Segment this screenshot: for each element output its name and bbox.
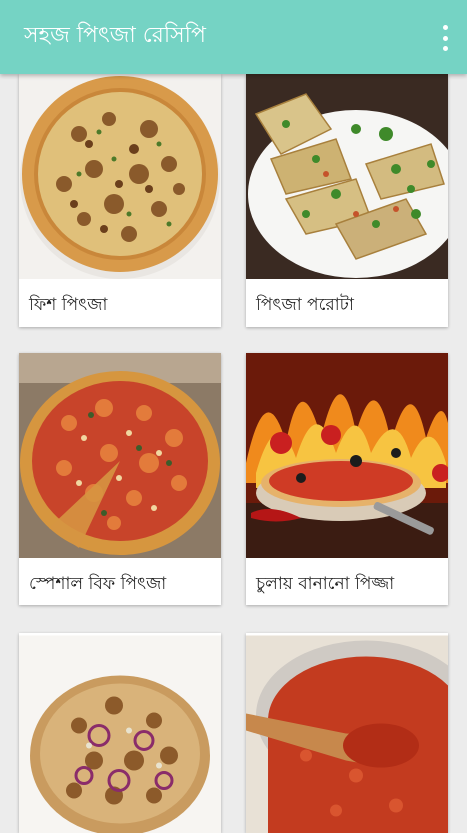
pizza-paratha-photo bbox=[246, 74, 448, 279]
dot-icon bbox=[443, 36, 448, 41]
recipe-grid: ফিশ পিৎজা bbox=[0, 74, 467, 800]
recipe-title: চুলায় বানানো পিজ্জা bbox=[256, 573, 394, 595]
recipe-card-fish-pizza[interactable]: ফিশ পিৎজা bbox=[19, 74, 221, 327]
dot-icon bbox=[443, 25, 448, 30]
recipe-card-pizza-sauce[interactable] bbox=[246, 633, 448, 833]
recipe-card-pizza-paratha[interactable]: পিৎজা পরোটা bbox=[246, 74, 448, 327]
fish-pizza-photo bbox=[19, 74, 221, 279]
dot-icon bbox=[443, 46, 448, 51]
stove-pizza-photo bbox=[246, 353, 448, 558]
pizza-sauce-photo bbox=[246, 633, 448, 833]
more-vert-icon[interactable] bbox=[440, 25, 450, 51]
beef-pizza-photo bbox=[19, 353, 221, 558]
app-title: সহজ পিৎজা রেসিপি bbox=[24, 19, 206, 53]
recipe-card-stove-pizza[interactable]: চুলায় বানানো পিজ্জা bbox=[246, 353, 448, 605]
chicken-pizza-photo bbox=[19, 633, 221, 833]
app-bar: সহজ পিৎজা রেসিপি bbox=[0, 0, 467, 74]
recipe-card-beef-pizza[interactable]: স্পেশাল বিফ পিৎজা bbox=[19, 353, 221, 605]
recipe-title: ফিশ পিৎজা bbox=[29, 294, 107, 316]
recipe-card-chicken-pizza[interactable] bbox=[19, 633, 221, 833]
recipe-title: স্পেশাল বিফ পিৎজা bbox=[29, 573, 166, 595]
recipe-title: পিৎজা পরোটা bbox=[256, 294, 354, 316]
